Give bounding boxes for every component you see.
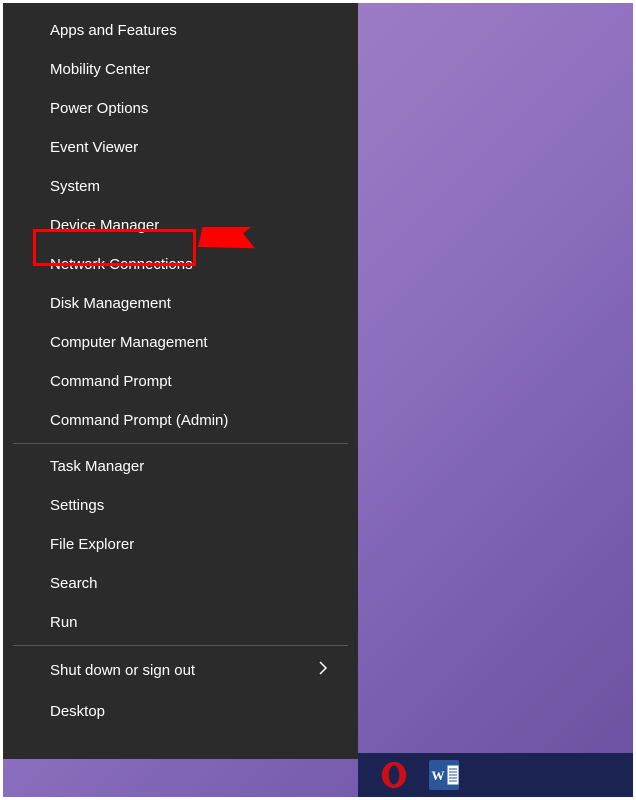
opera-icon <box>380 761 408 789</box>
menu-item-desktop[interactable]: Desktop <box>3 692 358 731</box>
menu-item-label: File Explorer <box>50 536 134 553</box>
menu-item-label: Run <box>50 614 78 631</box>
menu-item-label: System <box>50 178 100 195</box>
menu-item-label: Shut down or sign out <box>50 662 195 679</box>
menu-item-label: Command Prompt <box>50 373 172 390</box>
menu-item-network-connections[interactable]: Network Connections <box>3 245 358 284</box>
menu-item-disk-management[interactable]: Disk Management <box>3 284 358 323</box>
menu-item-run[interactable]: Run <box>3 603 358 642</box>
taskbar-word-icon[interactable]: W <box>428 759 460 791</box>
menu-item-apps-features[interactable]: Apps and Features <box>3 11 358 50</box>
menu-item-device-manager[interactable]: Device Manager <box>3 206 358 245</box>
menu-item-label: Device Manager <box>50 217 159 234</box>
menu-item-label: Command Prompt (Admin) <box>50 412 228 429</box>
menu-item-power-options[interactable]: Power Options <box>3 89 358 128</box>
menu-item-system[interactable]: System <box>3 167 358 206</box>
menu-item-label: Power Options <box>50 100 148 117</box>
menu-item-task-manager[interactable]: Task Manager <box>3 447 358 486</box>
menu-item-event-viewer[interactable]: Event Viewer <box>3 128 358 167</box>
menu-divider <box>13 645 348 646</box>
menu-item-label: Search <box>50 575 98 592</box>
menu-item-mobility-center[interactable]: Mobility Center <box>3 50 358 89</box>
taskbar-opera-icon[interactable] <box>378 759 410 791</box>
menu-item-computer-management[interactable]: Computer Management <box>3 323 358 362</box>
menu-item-label: Computer Management <box>50 334 208 351</box>
word-icon: W <box>429 760 459 790</box>
menu-item-label: Apps and Features <box>50 22 177 39</box>
chevron-right-icon <box>318 660 328 681</box>
menu-item-command-prompt-admin[interactable]: Command Prompt (Admin) <box>3 401 358 440</box>
svg-text:W: W <box>432 768 445 783</box>
menu-item-label: Mobility Center <box>50 61 150 78</box>
menu-item-search[interactable]: Search <box>3 564 358 603</box>
menu-item-label: Desktop <box>50 703 105 720</box>
menu-item-label: Settings <box>50 497 104 514</box>
menu-item-label: Event Viewer <box>50 139 138 156</box>
menu-item-label: Task Manager <box>50 458 144 475</box>
menu-item-label: Disk Management <box>50 295 171 312</box>
menu-item-command-prompt[interactable]: Command Prompt <box>3 362 358 401</box>
menu-item-settings[interactable]: Settings <box>3 486 358 525</box>
menu-item-file-explorer[interactable]: File Explorer <box>3 525 358 564</box>
menu-item-shutdown[interactable]: Shut down or sign out <box>3 649 358 692</box>
taskbar: W <box>358 753 633 797</box>
menu-item-label: Network Connections <box>50 256 193 273</box>
winx-menu: Apps and Features Mobility Center Power … <box>3 3 358 759</box>
menu-divider <box>13 443 348 444</box>
